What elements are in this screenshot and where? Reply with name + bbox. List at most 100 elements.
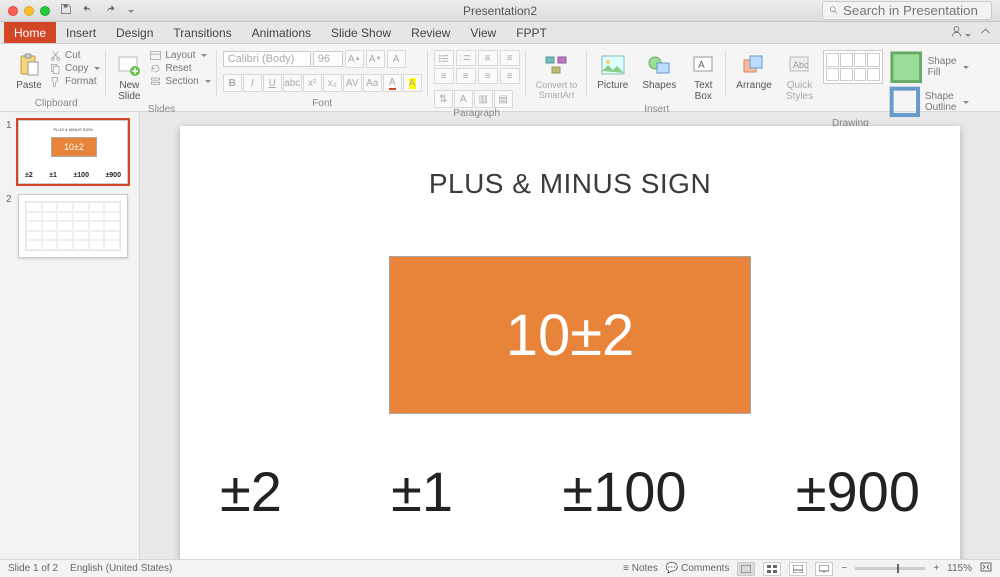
new-slide-button[interactable]: New Slide (112, 50, 146, 104)
slide-value-3[interactable]: ±100 (562, 459, 686, 524)
cut-button[interactable]: Cut (50, 50, 100, 61)
line-spacing-button[interactable]: ⇅ (434, 90, 453, 108)
slide[interactable]: PLUS & MINUS SIGN 10±2 ±2 ±1 ±100 ±900 (180, 126, 960, 559)
notes-button[interactable]: ≡ Notes (623, 563, 658, 574)
slide-value-2[interactable]: ±1 (391, 459, 453, 524)
slide-center-box[interactable]: 10±2 (389, 256, 751, 414)
decrease-indent-button[interactable]: ≡ (478, 50, 498, 66)
layout-button[interactable]: Layout (150, 50, 210, 61)
normal-view-button[interactable] (737, 562, 755, 576)
justify-button[interactable]: ≡ (500, 68, 520, 84)
status-bar: Slide 1 of 2 English (United States) ≡ N… (0, 559, 1000, 577)
font-size-input[interactable] (313, 51, 343, 67)
italic-button[interactable]: I (243, 74, 262, 92)
clear-format-button[interactable]: A (387, 50, 406, 68)
format-painter-button[interactable]: Format (50, 76, 100, 87)
align-text-button[interactable]: ▤ (494, 90, 513, 108)
align-center-button[interactable]: ≡ (456, 68, 476, 84)
section-button[interactable]: Section (150, 76, 210, 87)
qat-dropdown-icon[interactable] (126, 5, 134, 17)
align-left-button[interactable]: ≡ (434, 68, 454, 84)
quick-styles-icon: Abc (786, 52, 812, 78)
minimize-window-button[interactable] (24, 6, 34, 16)
highlight-button[interactable]: A (403, 74, 422, 92)
thumbnail-slide-2[interactable] (18, 194, 128, 258)
increase-indent-button[interactable]: ≡ (500, 50, 520, 66)
slide-value-1[interactable]: ±2 (220, 459, 282, 524)
zoom-level[interactable]: 115% (947, 563, 972, 574)
font-color-button[interactable]: A (383, 74, 402, 92)
close-window-button[interactable] (8, 6, 18, 16)
shapes-button[interactable]: Shapes (638, 50, 680, 93)
slide-value-4[interactable]: ±900 (796, 459, 920, 524)
picture-button[interactable]: Picture (593, 50, 632, 93)
tab-slideshow[interactable]: Slide Show (321, 22, 401, 43)
zoom-slider[interactable] (855, 567, 925, 570)
tab-animations[interactable]: Animations (242, 22, 321, 43)
zoom-out-button[interactable]: − (841, 563, 847, 574)
fit-window-button[interactable] (980, 562, 992, 575)
shape-outline-button[interactable]: Shape Outline (889, 86, 968, 118)
shape-gallery[interactable] (823, 50, 883, 84)
underline-button[interactable]: U (263, 74, 282, 92)
group-paragraph: 12 ≡ ≡ ≡ ≡ ≡ ≡ ⇅ A ▥ ▤ Paragraph (428, 46, 526, 111)
align-right-button[interactable]: ≡ (478, 68, 498, 84)
zoom-in-button[interactable]: + (933, 563, 939, 574)
thumbnail-slide-1[interactable]: PLUS & MINUS SIGN 10±2 ±2 ±1 ±100 ±900 (18, 120, 128, 184)
columns-button[interactable]: ▥ (474, 90, 493, 108)
bullets-button[interactable] (434, 50, 454, 66)
shrink-font-button[interactable]: A▼ (366, 50, 385, 68)
text-direction-button[interactable]: A (454, 90, 473, 108)
slide-counter[interactable]: Slide 1 of 2 (8, 563, 58, 574)
group-smartart: Convert to SmartArt (526, 46, 588, 111)
copy-button[interactable]: Copy (50, 63, 100, 74)
ribbon-collapse-icon[interactable] (979, 25, 992, 41)
redo-icon[interactable] (104, 3, 116, 18)
thumbnail-number: 1 (6, 120, 14, 184)
share-icon[interactable] (950, 25, 971, 41)
reset-button[interactable]: Reset (150, 63, 210, 74)
save-icon[interactable] (60, 3, 72, 18)
tab-fppt[interactable]: FPPT (506, 22, 557, 43)
zoom-window-button[interactable] (40, 6, 50, 16)
superscript-button[interactable]: x² (303, 74, 322, 92)
shape-fill-button[interactable]: Shape Fill (889, 50, 968, 84)
language-status[interactable]: English (United States) (70, 563, 172, 574)
tab-insert[interactable]: Insert (56, 22, 106, 43)
arrange-button[interactable]: Arrange (732, 50, 776, 93)
slide-values-row[interactable]: ±2 ±1 ±100 ±900 (220, 459, 920, 524)
sorter-view-button[interactable] (763, 562, 781, 576)
tab-home[interactable]: Home (4, 22, 56, 43)
bold-button[interactable]: B (223, 74, 242, 92)
undo-icon[interactable] (82, 3, 94, 18)
change-case-button[interactable]: Aa (363, 74, 382, 92)
tab-view[interactable]: View (460, 22, 506, 43)
group-insert: Picture Shapes AText Box Insert (587, 46, 726, 111)
quick-styles-button[interactable]: AbcQuick Styles (782, 50, 817, 104)
reading-view-button[interactable] (789, 562, 807, 576)
paste-icon (16, 52, 42, 78)
char-spacing-button[interactable]: AV (343, 74, 362, 92)
tab-review[interactable]: Review (401, 22, 460, 43)
font-name-input[interactable] (223, 51, 311, 67)
group-label-font: Font (312, 98, 332, 109)
numbering-button[interactable]: 12 (456, 50, 476, 66)
textbox-button[interactable]: AText Box (686, 50, 720, 104)
slideshow-view-button[interactable] (815, 562, 833, 576)
tab-design[interactable]: Design (106, 22, 163, 43)
convert-smartart-button[interactable]: Convert to SmartArt (532, 50, 582, 102)
paste-button[interactable]: Paste (12, 50, 46, 93)
search-field[interactable] (843, 3, 985, 18)
group-font: A▲ A▼ A B I U abc x² x₂ AV Aa A A Font (217, 46, 428, 111)
search-input[interactable] (822, 1, 992, 20)
thumbnail-2[interactable]: 2 (6, 194, 133, 258)
subscript-button[interactable]: x₂ (323, 74, 342, 92)
strikethrough-button[interactable]: abc (283, 74, 302, 92)
shape-fill-icon (889, 50, 923, 84)
comments-button[interactable]: 💬 Comments (666, 563, 730, 574)
thumbnail-1[interactable]: 1 PLUS & MINUS SIGN 10±2 ±2 ±1 ±100 ±900 (6, 120, 133, 184)
tab-transitions[interactable]: Transitions (163, 22, 241, 43)
grow-font-button[interactable]: A▲ (345, 50, 364, 68)
slide-canvas-area[interactable]: PLUS & MINUS SIGN 10±2 ±2 ±1 ±100 ±900 (140, 112, 1000, 559)
slide-title[interactable]: PLUS & MINUS SIGN (180, 168, 960, 200)
